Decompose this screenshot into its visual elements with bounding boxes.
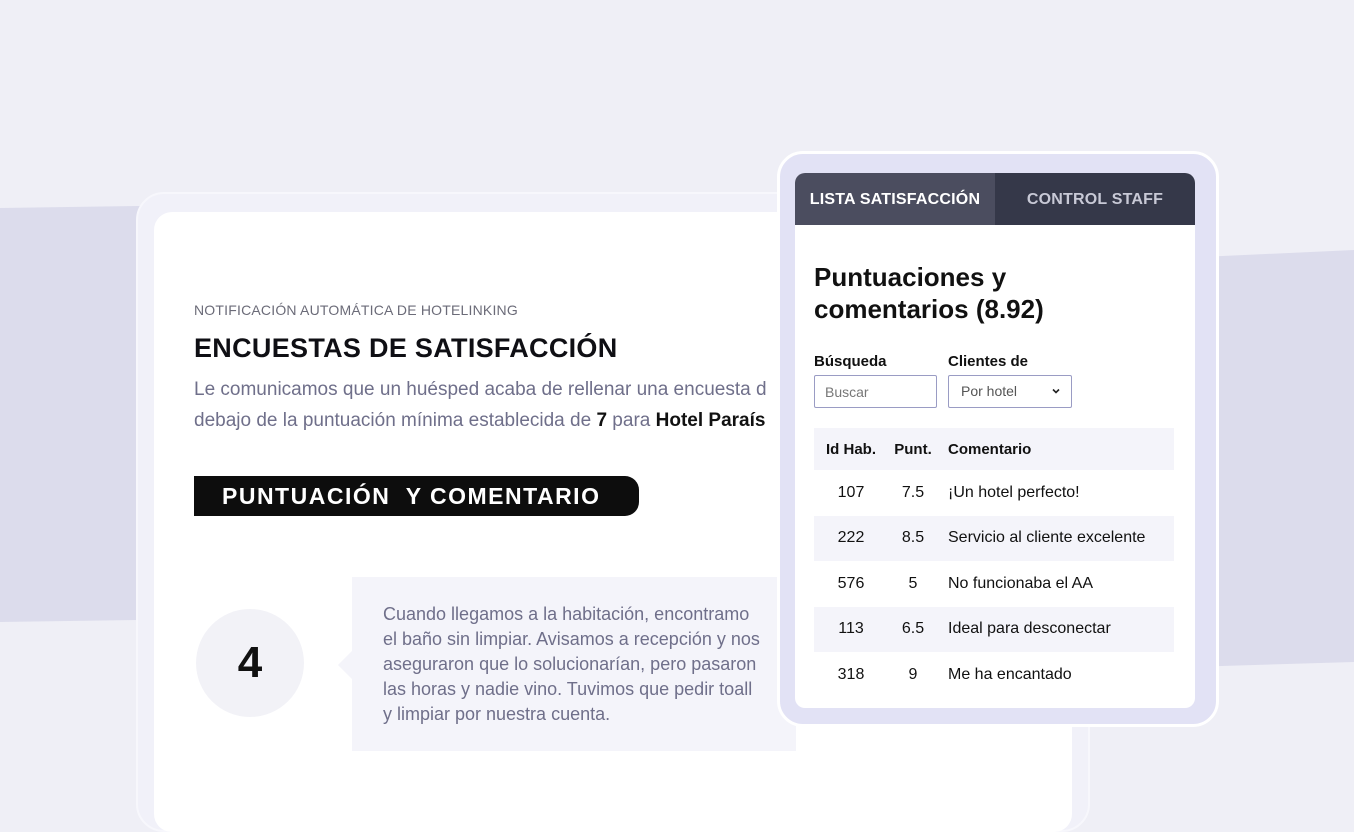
table-row[interactable]: 113 6.5 Ideal para desconectar bbox=[814, 606, 1174, 652]
guest-score-value: 4 bbox=[237, 638, 263, 687]
hotel-name: Hotel Paraís bbox=[655, 410, 766, 431]
row-room-id: 107 bbox=[837, 483, 865, 501]
row-comment: ¡Un hotel perfecto! bbox=[948, 483, 1080, 501]
tab-lista-satisfaccion[interactable]: LISTA SATISFACCIÓN bbox=[795, 173, 995, 225]
row-score: 5 bbox=[908, 574, 918, 592]
row-score: 8.5 bbox=[888, 515, 938, 561]
row-score: 6.5 bbox=[888, 606, 938, 652]
email-intro: Le comunicamos que un huésped acaba de r… bbox=[194, 374, 834, 436]
scores-table: Id Hab. Punt. Comentario 107 7.5 ¡Un hot… bbox=[814, 428, 1174, 698]
table-row[interactable]: 222 8.5 Servicio al cliente excelente bbox=[814, 515, 1174, 561]
header-comment[interactable]: Comentario bbox=[938, 428, 1174, 470]
header-score[interactable]: Punt. bbox=[888, 428, 938, 470]
panel-tabs: LISTA SATISFACCIÓN CONTROL STAFF bbox=[795, 173, 1195, 225]
intro-line-2: debajo de la puntuación mínima estableci… bbox=[194, 410, 597, 431]
clients-filter-label: Clientes de bbox=[948, 353, 1029, 370]
clients-filter-select[interactable]: Por hotel bbox=[948, 375, 1072, 408]
row-room-id: 576 bbox=[837, 574, 865, 592]
guest-score-badge: 4 bbox=[196, 609, 304, 717]
clients-filter-value: Por hotel bbox=[961, 383, 1018, 399]
row-score: 9 bbox=[908, 665, 918, 683]
row-room-id: 113 bbox=[814, 606, 888, 652]
row-comment: No funcionaba el AA bbox=[948, 574, 1093, 592]
table-row[interactable]: 107 7.5 ¡Un hotel perfecto! bbox=[814, 470, 1174, 516]
intro-line-1: Le comunicamos que un huésped acaba de r… bbox=[194, 379, 767, 400]
search-input[interactable] bbox=[814, 375, 937, 408]
row-comment: Servicio al cliente excelente bbox=[938, 515, 1174, 561]
header-room-id[interactable]: Id Hab. bbox=[814, 428, 888, 470]
panel-title: Puntuaciones y comentarios (8.92) bbox=[814, 262, 1044, 324]
score-comment-section-title: PUNTUACIÓN Y COMENTARIO bbox=[194, 476, 639, 516]
intro-line-2-connector: para bbox=[607, 410, 656, 431]
row-comment: Ideal para desconectar bbox=[938, 606, 1174, 652]
table-row[interactable]: 318 9 Me ha encantado bbox=[814, 652, 1174, 698]
min-score-value: 7 bbox=[596, 410, 608, 431]
tab-control-staff[interactable]: CONTROL STAFF bbox=[995, 173, 1195, 225]
app-panel: LISTA SATISFACCIÓN CONTROL STAFF Puntuac… bbox=[795, 173, 1195, 708]
email-eyebrow: NOTIFICACIÓN AUTOMÁTICA DE HOTELINKING bbox=[194, 302, 518, 318]
guest-comment-text: Cuando llegamos a la habitación, encontr… bbox=[383, 604, 760, 724]
row-comment: Me ha encantado bbox=[948, 665, 1072, 683]
chevron-down-icon bbox=[1052, 388, 1060, 394]
table-row[interactable]: 576 5 No funcionaba el AA bbox=[814, 561, 1174, 607]
search-label: Búsqueda bbox=[814, 353, 887, 370]
email-headline: ENCUESTAS DE SATISFACCIÓN bbox=[194, 333, 618, 363]
row-score: 7.5 bbox=[901, 483, 925, 501]
row-room-id: 222 bbox=[814, 515, 888, 561]
comment-pointer bbox=[338, 651, 352, 679]
row-room-id: 318 bbox=[837, 665, 865, 683]
table-header-row: Id Hab. Punt. Comentario bbox=[814, 428, 1174, 470]
